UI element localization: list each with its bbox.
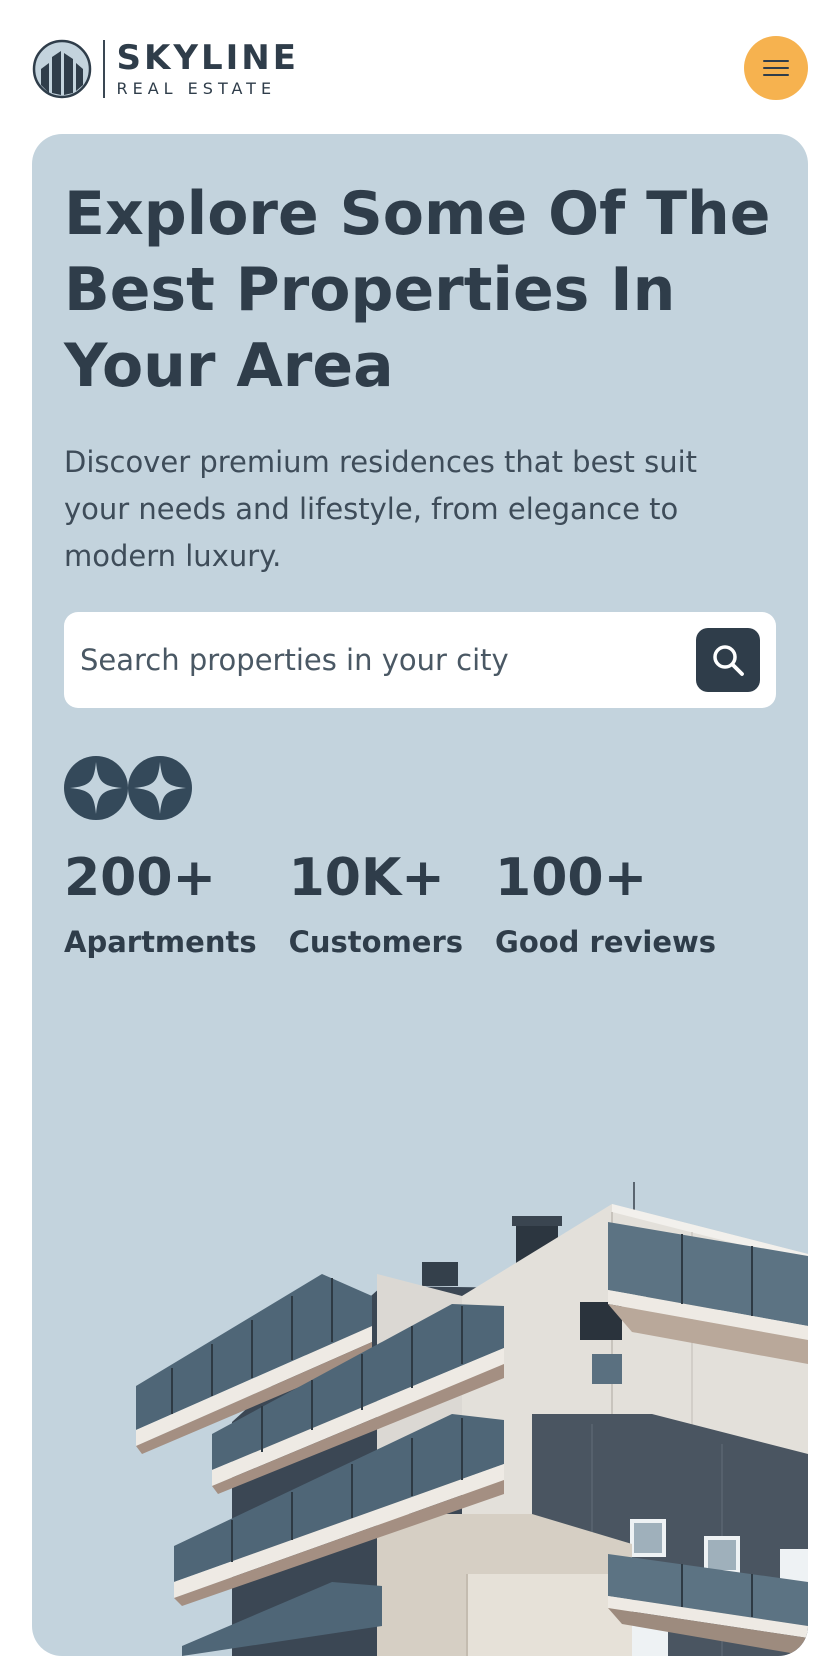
brand-logo[interactable]: SKYLINE REAL ESTATE bbox=[32, 38, 299, 100]
hero-subtitle: Discover premium residences that best su… bbox=[64, 445, 698, 573]
brand-name: SKYLINE bbox=[116, 37, 299, 78]
logo-divider bbox=[103, 40, 105, 98]
logo-text: SKYLINE REAL ESTATE bbox=[117, 41, 299, 98]
stat-customers: 10K+ Customers bbox=[289, 848, 463, 962]
brand-tagline: REAL ESTATE bbox=[116, 78, 277, 98]
hero-section: Explore Some Of The Best Properties In Y… bbox=[32, 134, 808, 1656]
building-image bbox=[136, 1182, 808, 1656]
stats-row: 200+ Apartments 10K+ Customers 100+ Good… bbox=[64, 848, 748, 962]
sparkle-decoration bbox=[64, 756, 192, 820]
stat-apartments: 200+ Apartments bbox=[64, 848, 257, 962]
stat-value: 200+ bbox=[64, 848, 217, 908]
stat-label: Good reviews bbox=[495, 925, 717, 959]
building-icon bbox=[32, 39, 92, 99]
search-icon bbox=[713, 645, 744, 676]
stat-label: Apartments bbox=[64, 925, 257, 959]
hero-title: Explore Some Of The Best Properties In Y… bbox=[64, 179, 771, 401]
hamburger-icon bbox=[763, 60, 789, 76]
stat-label: Customers bbox=[288, 925, 464, 959]
menu-button[interactable] bbox=[744, 36, 808, 100]
search-bar bbox=[64, 612, 776, 708]
site-header: SKYLINE REAL ESTATE bbox=[0, 0, 840, 134]
stat-value: 100+ bbox=[495, 848, 648, 908]
stat-value: 10K+ bbox=[288, 848, 445, 908]
stat-reviews: 100+ Good reviews bbox=[495, 848, 716, 962]
search-input[interactable] bbox=[80, 632, 660, 688]
search-button[interactable] bbox=[696, 628, 760, 692]
sparkle-icon bbox=[128, 756, 192, 820]
sparkle-icon bbox=[64, 756, 128, 820]
